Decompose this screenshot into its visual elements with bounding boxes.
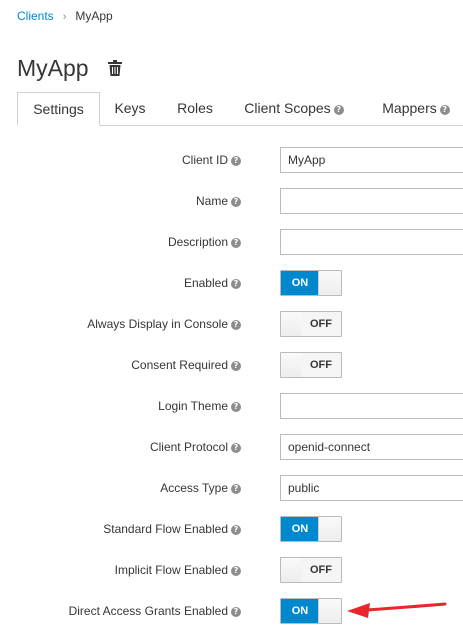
help-icon[interactable]: ? xyxy=(231,361,241,371)
help-icon[interactable]: ? xyxy=(231,279,241,289)
access-type-label-text: Access Type xyxy=(160,481,228,495)
help-icon[interactable]: ? xyxy=(231,156,241,166)
tab-settings[interactable]: Settings xyxy=(17,92,100,126)
login-theme-select[interactable] xyxy=(280,393,463,419)
breadcrumb-separator: › xyxy=(62,11,67,23)
always-display-label-text: Always Display in Console xyxy=(87,317,228,331)
client-id-label: Client ID? xyxy=(182,153,241,167)
standard-flow-label: Standard Flow Enabled? xyxy=(103,522,241,536)
implicit-flow-label-text: Implicit Flow Enabled xyxy=(114,563,228,577)
description-label: Description? xyxy=(168,235,241,249)
trash-icon[interactable] xyxy=(108,60,122,76)
name-label-text: Name xyxy=(195,194,228,208)
tab-roles-label: Roles xyxy=(177,100,213,116)
enabled-label: Enabled? xyxy=(184,276,241,290)
consent-required-toggle[interactable]: OFF xyxy=(280,352,342,378)
help-icon[interactable]: ? xyxy=(231,238,241,248)
client-id-label-text: Client ID xyxy=(181,153,228,167)
enabled-label-text: Enabled xyxy=(183,276,228,290)
implicit-flow-label: Implicit Flow Enabled? xyxy=(115,563,241,577)
help-icon[interactable]: ? xyxy=(439,105,450,115)
tab-client-scopes[interactable]: Client Scopes? xyxy=(239,92,349,125)
direct-access-grants-label-text: Direct Access Grants Enabled xyxy=(68,604,228,618)
toggle-knob xyxy=(318,271,341,295)
toggle-on-label: ON xyxy=(281,271,319,295)
breadcrumb: Clients › MyApp xyxy=(17,9,113,23)
tab-roles[interactable]: Roles xyxy=(169,92,221,125)
help-icon[interactable]: ? xyxy=(231,197,241,207)
breadcrumb-current: MyApp xyxy=(75,9,113,23)
tab-keys[interactable]: Keys xyxy=(105,92,155,125)
implicit-flow-toggle[interactable]: OFF xyxy=(280,557,342,583)
help-icon[interactable]: ? xyxy=(333,105,344,115)
help-icon[interactable]: ? xyxy=(231,320,241,330)
annotation-arrow-icon xyxy=(347,602,447,618)
toggle-on-label: ON xyxy=(281,599,319,623)
tab-mappers-label: Mappers xyxy=(382,100,437,116)
client-protocol-label-text: Client Protocol xyxy=(149,440,228,454)
toggle-knob xyxy=(281,312,303,336)
page-title: MyApp xyxy=(17,55,89,81)
enabled-toggle[interactable]: ON xyxy=(280,270,342,296)
toggle-knob xyxy=(318,599,341,623)
tab-settings-label: Settings xyxy=(33,101,84,117)
description-input[interactable] xyxy=(280,229,463,255)
standard-flow-label-text: Standard Flow Enabled xyxy=(103,522,228,536)
always-display-label: Always Display in Console? xyxy=(87,317,241,331)
direct-access-grants-toggle[interactable]: ON xyxy=(280,598,342,624)
help-icon[interactable]: ? xyxy=(231,443,241,453)
name-label: Name? xyxy=(196,194,241,208)
client-protocol-label: Client Protocol? xyxy=(150,440,241,454)
help-icon[interactable]: ? xyxy=(231,525,241,535)
toggle-knob xyxy=(281,353,303,377)
always-display-toggle[interactable]: OFF xyxy=(280,311,342,337)
consent-required-label-text: Consent Required xyxy=(131,358,228,372)
tab-bar: Settings Keys Roles Client Scopes? Mappe… xyxy=(17,92,463,126)
help-icon[interactable]: ? xyxy=(231,607,241,617)
toggle-off-label: OFF xyxy=(301,353,341,377)
tab-mappers[interactable]: Mappers? xyxy=(371,92,461,125)
help-icon[interactable]: ? xyxy=(231,402,241,412)
toggle-off-label: OFF xyxy=(301,312,341,336)
toggle-knob xyxy=(318,517,341,541)
login-theme-label-text: Login Theme xyxy=(158,399,228,413)
direct-access-grants-label: Direct Access Grants Enabled? xyxy=(69,604,241,618)
toggle-knob xyxy=(281,558,303,582)
toggle-off-label: OFF xyxy=(301,558,341,582)
login-theme-label: Login Theme? xyxy=(158,399,241,413)
help-icon[interactable]: ? xyxy=(231,484,241,494)
consent-required-label: Consent Required? xyxy=(131,358,241,372)
client-id-input[interactable]: MyApp xyxy=(280,147,463,173)
breadcrumb-clients-link[interactable]: Clients xyxy=(17,9,54,23)
access-type-label: Access Type? xyxy=(160,481,241,495)
tab-client-scopes-label: Client Scopes xyxy=(244,100,331,116)
tab-keys-label: Keys xyxy=(114,100,146,116)
client-protocol-select[interactable]: openid-connect xyxy=(280,434,463,460)
description-label-text: Description xyxy=(167,235,228,249)
name-input[interactable] xyxy=(280,188,463,214)
access-type-select[interactable]: public xyxy=(280,475,463,501)
toggle-on-label: ON xyxy=(281,517,319,541)
standard-flow-toggle[interactable]: ON xyxy=(280,516,342,542)
help-icon[interactable]: ? xyxy=(231,566,241,576)
